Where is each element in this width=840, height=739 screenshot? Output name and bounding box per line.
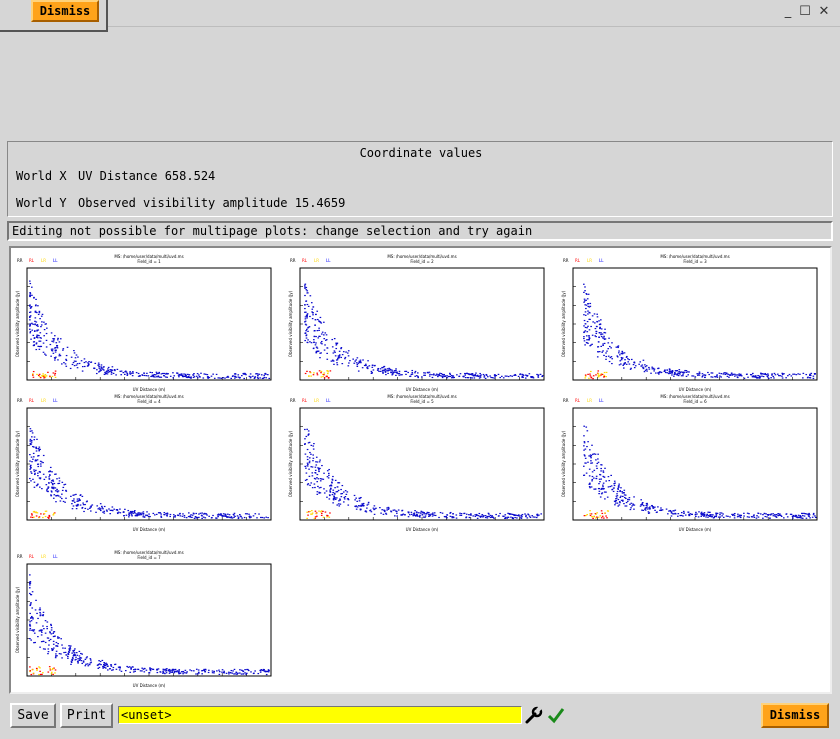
plot-frame bbox=[572, 407, 818, 521]
coordinate-title: Coordinate values bbox=[359, 146, 483, 160]
world-x-value: UV Distance 658.524 bbox=[78, 169, 216, 183]
y-axis-label: Observed visibility amplitude (Jy) bbox=[288, 290, 293, 357]
plot-field-label: Field_id = 7 bbox=[137, 555, 161, 560]
legend-entry: LR bbox=[41, 554, 46, 559]
y-axis-label: Observed visibility amplitude (Jy) bbox=[15, 586, 20, 653]
x-axis-label: UV Distance (m) bbox=[133, 387, 166, 392]
legend-entry: LL bbox=[326, 258, 331, 263]
world-y-value: Observed visibility amplitude 15.4659 bbox=[78, 196, 346, 210]
legend-entry: LR bbox=[41, 398, 46, 403]
legend-entry: LL bbox=[599, 258, 604, 263]
dismiss-popup: Dismiss bbox=[0, 0, 108, 32]
world-x-label: World X bbox=[16, 169, 67, 183]
plot-panel-5[interactable]: MS: /home/user/data/multi/uvd.ms Field_id… bbox=[288, 394, 548, 540]
plot-frame bbox=[26, 407, 272, 521]
plot-field-label: Field_id = 3 bbox=[683, 259, 707, 264]
y-axis-label: Observed visibility amplitude (Jy) bbox=[561, 430, 566, 497]
y-axis-label: Observed visibility amplitude (Jy) bbox=[15, 290, 20, 357]
legend-entry: RR bbox=[17, 258, 23, 263]
plot-panel-4[interactable]: MS: /home/user/data/multi/uvd.ms Field_id… bbox=[15, 394, 275, 540]
legend-entry: LR bbox=[314, 398, 319, 403]
plot-field-label: Field_id = 1 bbox=[137, 259, 161, 264]
plot-panel-7[interactable]: MS: /home/user/data/multi/uvd.ms Field_id… bbox=[15, 550, 275, 696]
legend-entry: RL bbox=[302, 398, 308, 403]
save-button[interactable]: Save bbox=[10, 703, 56, 728]
legend-entry: RL bbox=[29, 258, 35, 263]
x-axis-label: UV Distance (m) bbox=[679, 527, 712, 532]
x-axis-label: UV Distance (m) bbox=[133, 527, 166, 532]
plot-panel-3[interactable]: MS: /home/user/data/multi/uvd.ms Field_id… bbox=[561, 254, 821, 400]
x-axis-label: UV Distance (m) bbox=[679, 387, 712, 392]
plot-field-label: Field_id = 5 bbox=[410, 399, 434, 404]
plot-field-label: Field_id = 6 bbox=[683, 399, 707, 404]
legend-entry: RR bbox=[290, 258, 296, 263]
legend-entry: RL bbox=[29, 398, 35, 403]
maximize-icon[interactable]: ☐ bbox=[797, 4, 813, 20]
legend-entry: LL bbox=[53, 398, 58, 403]
legend-entry: RL bbox=[302, 258, 308, 263]
plot-field-label: Field_id = 4 bbox=[137, 399, 161, 404]
x-axis-label: UV Distance (m) bbox=[406, 387, 439, 392]
legend-entry: RR bbox=[563, 258, 569, 263]
legend-entry: LR bbox=[587, 258, 592, 263]
legend-entry: LL bbox=[53, 554, 58, 559]
legend-entry: RR bbox=[563, 398, 569, 403]
x-axis-label: UV Distance (m) bbox=[133, 683, 166, 688]
legend-entry: RL bbox=[575, 398, 581, 403]
status-message: Editing not possible for multipage plots… bbox=[7, 221, 833, 241]
world-y-label: World Y bbox=[16, 196, 67, 210]
x-axis-label: UV Distance (m) bbox=[406, 527, 439, 532]
y-axis-label: Observed visibility amplitude (Jy) bbox=[561, 290, 566, 357]
selection-entry[interactable]: <unset> bbox=[118, 706, 522, 724]
close-icon[interactable]: ✕ bbox=[816, 4, 832, 20]
plot-frame bbox=[572, 267, 818, 381]
y-axis-label: Observed visibility amplitude (Jy) bbox=[15, 430, 20, 497]
legend-entry: LL bbox=[53, 258, 58, 263]
popup-dismiss-button[interactable]: Dismiss bbox=[31, 0, 99, 22]
plot-canvas[interactable]: MS: /home/user/data/multi/uvd.ms Field_id… bbox=[9, 246, 832, 694]
plot-panel-2[interactable]: MS: /home/user/data/multi/uvd.ms Field_id… bbox=[288, 254, 548, 400]
plot-field-label: Field_id = 2 bbox=[410, 259, 434, 264]
plot-frame bbox=[26, 563, 272, 677]
plot-panel-1[interactable]: MS: /home/user/data/multi/uvd.ms Field_id… bbox=[15, 254, 275, 400]
legend-entry: RR bbox=[17, 398, 23, 403]
y-axis-label: Observed visibility amplitude (Jy) bbox=[288, 430, 293, 497]
legend-entry: RR bbox=[290, 398, 296, 403]
wrench-icon[interactable] bbox=[524, 705, 544, 725]
plot-frame bbox=[299, 407, 545, 521]
minimize-icon[interactable]: _ bbox=[780, 4, 796, 20]
legend-entry: LR bbox=[314, 258, 319, 263]
checkmark-icon[interactable] bbox=[546, 706, 566, 726]
legend-entry: LL bbox=[326, 398, 331, 403]
legend-entry: RL bbox=[29, 554, 35, 559]
legend-entry: LL bbox=[599, 398, 604, 403]
dismiss-button[interactable]: Dismiss bbox=[761, 703, 829, 728]
legend-entry: LR bbox=[587, 398, 592, 403]
legend-entry: RR bbox=[17, 554, 23, 559]
legend-entry: RL bbox=[575, 258, 581, 263]
legend-entry: LR bbox=[41, 258, 46, 263]
plot-panel-6[interactable]: MS: /home/user/data/multi/uvd.ms Field_id… bbox=[561, 394, 821, 540]
window-titlebar bbox=[0, 0, 840, 27]
coordinate-panel: Coordinate values World X UV Distance 65… bbox=[7, 141, 833, 217]
print-button[interactable]: Print bbox=[60, 703, 113, 728]
